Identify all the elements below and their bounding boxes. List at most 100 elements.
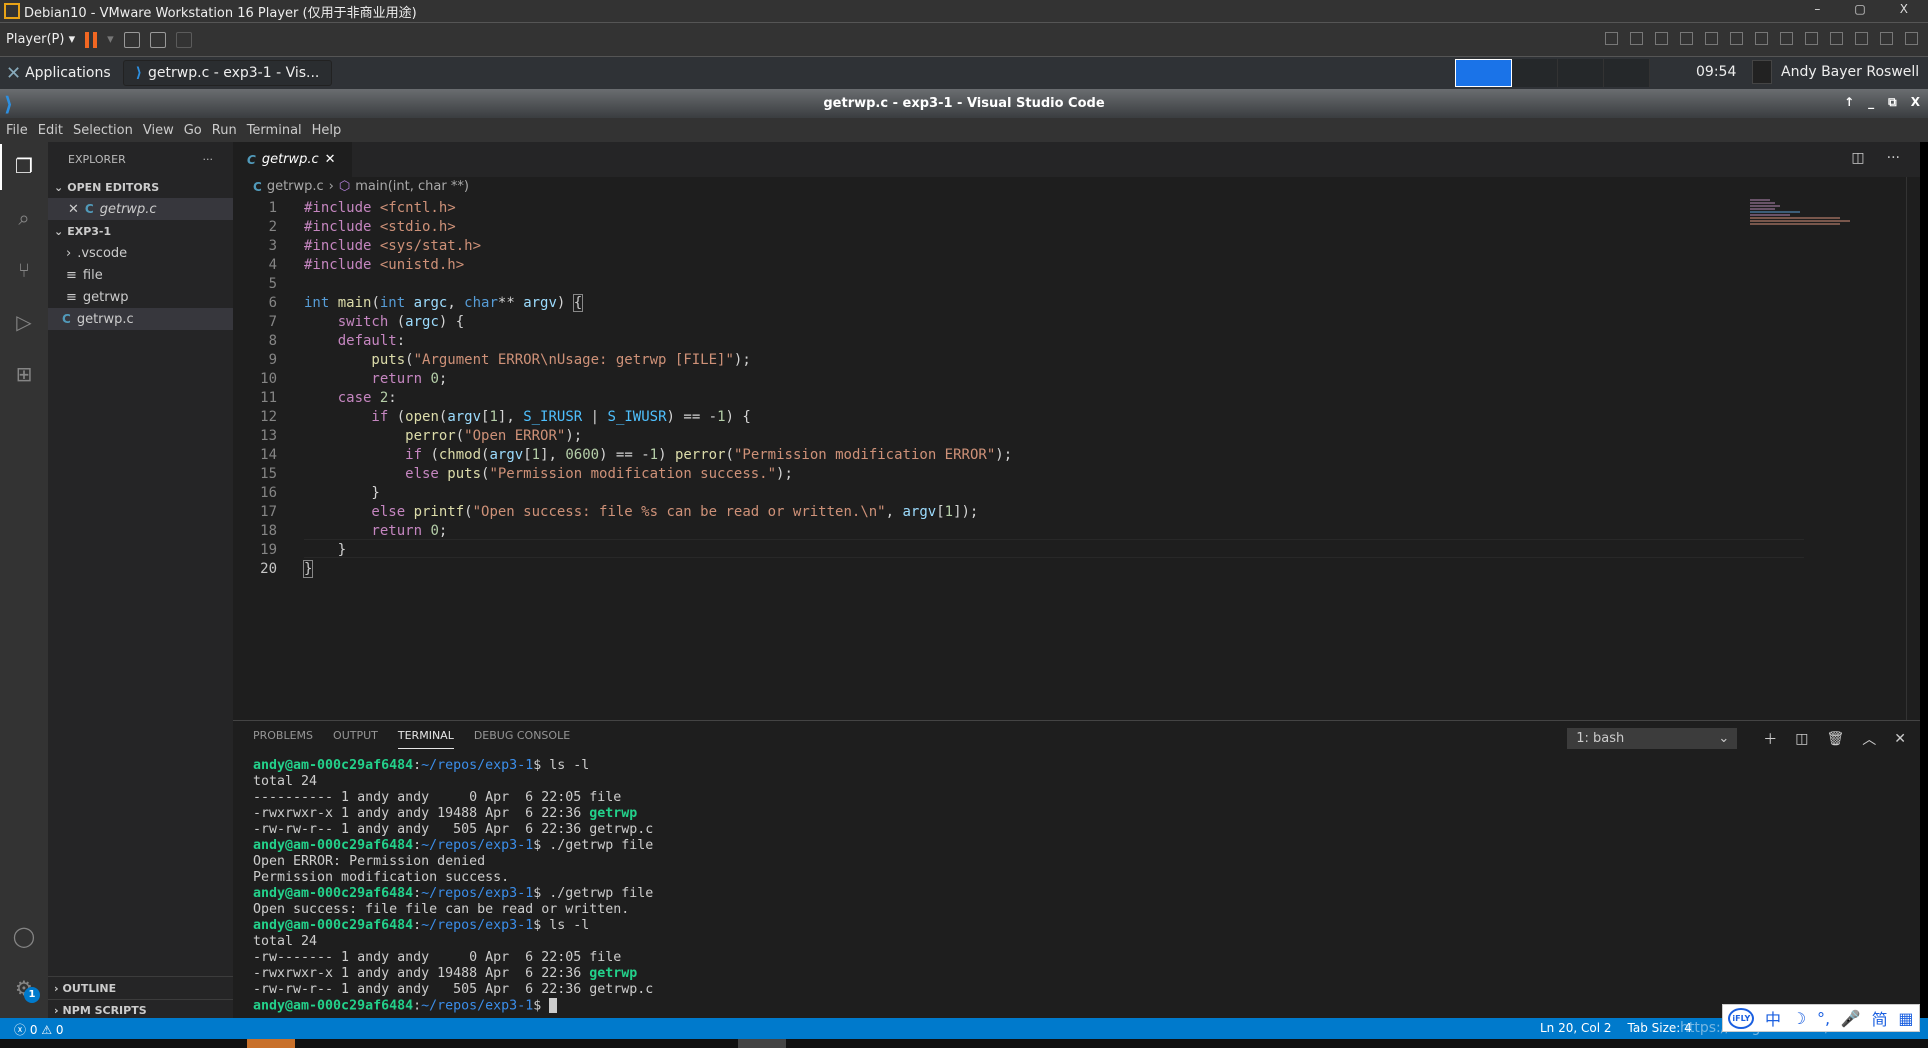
workspace-4[interactable] bbox=[1604, 59, 1650, 87]
ime-toolbar[interactable]: iFLY 中 ☽ °, 🎤 简 ▦ bbox=[1722, 1004, 1920, 1032]
maximize-panel-icon[interactable]: ︿ bbox=[1862, 729, 1876, 749]
folder-section[interactable]: ⌄ EXP3-1 bbox=[48, 220, 233, 242]
accounts-icon[interactable]: ◯ bbox=[12, 924, 36, 948]
tab-output[interactable]: OUTPUT bbox=[333, 729, 378, 749]
disk-icon[interactable] bbox=[1605, 32, 1618, 45]
code-line[interactable]: 13 perror("Open ERROR"); bbox=[233, 428, 1012, 447]
menu-view[interactable]: View bbox=[143, 123, 174, 138]
ime-item[interactable]: 🎤 bbox=[1841, 1009, 1861, 1028]
sound-icon[interactable] bbox=[1680, 32, 1693, 45]
tree-item[interactable]: Cgetrwp.c bbox=[48, 308, 233, 330]
open-editors-section[interactable]: ⌄ OPEN EDITORS bbox=[48, 176, 233, 198]
window-up-button[interactable]: ↑ bbox=[1844, 95, 1854, 110]
usb-icon[interactable] bbox=[1830, 32, 1843, 45]
code-line[interactable]: 16 } bbox=[233, 485, 1012, 504]
send-ctrl-alt-del-icon[interactable] bbox=[123, 31, 140, 48]
menu-terminal[interactable]: Terminal bbox=[247, 123, 302, 138]
fullscreen-icon[interactable] bbox=[149, 31, 166, 48]
workspace-3[interactable] bbox=[1558, 59, 1604, 87]
tab-terminal[interactable]: TERMINAL bbox=[397, 729, 454, 749]
ime-item[interactable]: 中 bbox=[1765, 1006, 1781, 1030]
user-name[interactable]: Andy Bayer Roswell bbox=[1781, 64, 1919, 80]
player-menu[interactable]: Player(P) ▾ bbox=[6, 32, 75, 47]
code-line[interactable]: 4 #include <unistd.h> bbox=[233, 257, 1012, 276]
bluetooth-icon[interactable] bbox=[1805, 32, 1818, 45]
tab-problems[interactable]: PROBLEMS bbox=[253, 729, 313, 749]
menu-selection[interactable]: Selection bbox=[73, 123, 133, 138]
code-line[interactable]: 2 #include <stdio.h> bbox=[233, 219, 1012, 238]
tree-item[interactable]: ≡ file bbox=[48, 264, 233, 286]
code-line[interactable]: 19 } bbox=[233, 542, 1012, 561]
code-line[interactable]: 18 return 0; bbox=[233, 523, 1012, 542]
split-terminal-icon[interactable]: ◫ bbox=[1795, 731, 1808, 747]
code-line[interactable]: 15 else puts("Permission modification su… bbox=[233, 466, 1012, 485]
search-icon[interactable]: ⌕ bbox=[12, 206, 36, 230]
code-lines[interactable]: 1 #include <fcntl.h> 2 #include <stdio.h> 3 #… bbox=[233, 200, 1012, 580]
code-line[interactable]: 10 return 0; bbox=[233, 371, 1012, 390]
menu-edit[interactable]: Edit bbox=[38, 123, 63, 138]
tree-item[interactable]: › .vscode bbox=[48, 242, 233, 264]
ime-item[interactable]: iFLY bbox=[1728, 1007, 1755, 1029]
more-actions-icon[interactable]: ··· bbox=[1887, 150, 1900, 166]
usb-icon[interactable] bbox=[1730, 32, 1743, 45]
pause-icon[interactable] bbox=[85, 31, 98, 48]
editor-scrollbar[interactable] bbox=[1906, 177, 1920, 720]
code-editor[interactable]: Cgetrwp.c › ⬡ main(int, char **) 1 #include … bbox=[233, 177, 1920, 720]
code-line[interactable]: 9 puts("Argument ERROR\nUsage: getrwp [F… bbox=[233, 352, 1012, 371]
ime-item[interactable]: ☽ bbox=[1792, 1009, 1806, 1028]
extensions-icon[interactable]: ⊞ bbox=[12, 362, 36, 386]
menu-help[interactable]: Help bbox=[312, 123, 342, 138]
code-line[interactable]: 6 int main(int argc, char** argv) { bbox=[233, 294, 1012, 314]
new-terminal-icon[interactable]: ＋ bbox=[1763, 729, 1777, 749]
minimap[interactable] bbox=[1750, 199, 1860, 239]
usb-icon[interactable] bbox=[1905, 32, 1918, 45]
close-icon[interactable]: ✕ bbox=[325, 152, 336, 167]
applications-menu[interactable]: ✕ Applications bbox=[0, 63, 117, 84]
vm-maximize-button[interactable]: ▢ bbox=[1854, 2, 1865, 16]
explorer-icon[interactable]: ❐ bbox=[12, 154, 36, 178]
printer-icon[interactable] bbox=[1655, 32, 1668, 45]
code-line[interactable]: 11 case 2: bbox=[233, 390, 1012, 409]
code-line[interactable]: 5 bbox=[233, 276, 1012, 295]
usb-icon[interactable] bbox=[1755, 32, 1768, 45]
window-close-button[interactable]: X bbox=[1911, 95, 1920, 110]
cursor-position[interactable]: Ln 20, Col 2 bbox=[1540, 1021, 1612, 1035]
vm-close-button[interactable]: X bbox=[1900, 2, 1908, 16]
trash-icon[interactable]: 🗑 bbox=[1826, 731, 1844, 747]
ime-item[interactable]: °, bbox=[1817, 1009, 1830, 1028]
menu-go[interactable]: Go bbox=[184, 123, 202, 138]
usb-icon[interactable] bbox=[1855, 32, 1868, 45]
more-actions-icon[interactable]: ··· bbox=[203, 153, 214, 166]
open-editor-item[interactable]: ✕ Cgetrwp.c bbox=[48, 198, 233, 220]
breadcrumb-symbol[interactable]: main(int, char **) bbox=[355, 179, 469, 194]
ime-item[interactable]: ▦ bbox=[1898, 1009, 1913, 1028]
code-line[interactable]: 7 switch (argc) { bbox=[233, 314, 1012, 333]
code-line[interactable]: 3 #include <sys/stat.h> bbox=[233, 238, 1012, 257]
terminal-output[interactable]: andy@am-000c29af6484:~/repos/exp3-1$ ls … bbox=[253, 758, 653, 1014]
code-line[interactable]: 17 else printf("Open success: file %s ca… bbox=[233, 504, 1012, 523]
menu-run[interactable]: Run bbox=[212, 123, 237, 138]
taskbar-task-vscode[interactable]: ⟩ getrwp.c - exp3-1 - Vis... bbox=[122, 60, 333, 86]
terminal-select[interactable]: 1: bash ⌄ bbox=[1567, 728, 1738, 749]
problems-status[interactable]: ⓧ 0 ⚠ 0 bbox=[14, 1021, 64, 1038]
outline-section[interactable]: › OUTLINE bbox=[48, 977, 233, 999]
clock[interactable]: 09:54 bbox=[1696, 64, 1736, 80]
camera-icon[interactable] bbox=[1780, 32, 1793, 45]
close-panel-icon[interactable]: ✕ bbox=[1894, 731, 1906, 747]
workspace-2[interactable] bbox=[1512, 59, 1558, 87]
source-control-icon[interactable]: ⑂ bbox=[12, 258, 36, 282]
code-line[interactable]: 20} bbox=[233, 560, 1012, 580]
code-line[interactable]: 1 #include <fcntl.h> bbox=[233, 200, 1012, 219]
unity-icon[interactable] bbox=[175, 31, 192, 48]
vm-minimize-button[interactable]: – bbox=[1814, 2, 1820, 16]
tab-debug-console[interactable]: DEBUG CONSOLE bbox=[474, 729, 570, 749]
menu-file[interactable]: File bbox=[6, 123, 28, 138]
network-icon[interactable] bbox=[1630, 32, 1643, 45]
usb-icon[interactable] bbox=[1880, 32, 1893, 45]
breadcrumb-file[interactable]: getrwp.c bbox=[267, 179, 324, 194]
usb-icon[interactable] bbox=[1705, 32, 1718, 45]
ime-item[interactable]: 简 bbox=[1872, 1006, 1888, 1030]
window-minimize-button[interactable]: _ bbox=[1868, 95, 1874, 110]
run-debug-icon[interactable]: ▷ bbox=[12, 310, 36, 334]
code-line[interactable]: 14 if (chmod(argv[1], 0600) == -1) perro… bbox=[233, 447, 1012, 466]
